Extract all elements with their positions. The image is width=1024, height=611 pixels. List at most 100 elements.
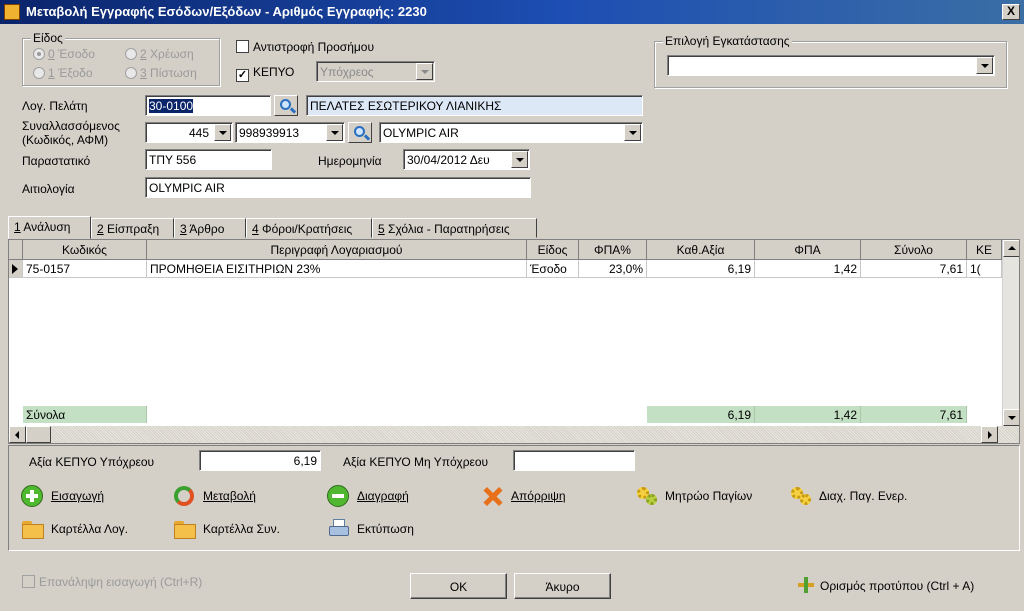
table-row[interactable]: 75-0157 ΠΡΟΜΗΘΕΙΑ ΕΙΣΙΤΗΡΙΩΝ 23% Έσοδο 2… (9, 260, 1002, 278)
customer-name-field: ΠΕΛΑΤΕΣ ΕΣΩΤΕΡΙΚΟΥ ΛΙΑΝΙΚΗΣ (306, 95, 643, 116)
radio-expense[interactable]: 1 Έξοδο (33, 66, 93, 80)
cell-vat-pct[interactable]: 23,0% (579, 260, 647, 278)
kepyo-obliged-input[interactable]: 6,19 (199, 450, 321, 471)
tab-article[interactable]: 3 Άρθρο (174, 218, 246, 238)
scroll-left-icon[interactable] (9, 426, 26, 443)
kepyo-select[interactable]: Υπόχρεος (316, 61, 435, 82)
scroll-down-icon[interactable] (1003, 409, 1019, 426)
search-icon (280, 99, 291, 110)
header-total[interactable]: Σύνολο (861, 240, 967, 260)
checkbox-icon (236, 40, 249, 53)
cell-net[interactable]: 6,19 (647, 260, 755, 278)
chevron-down-icon[interactable] (416, 63, 433, 80)
counterparty-name-select[interactable]: OLYMPIC AIR (379, 122, 643, 143)
reason-label: Αιτιολογία (22, 182, 75, 196)
kepyo-not-obliged-input[interactable] (513, 450, 635, 471)
account-card-button[interactable]: Καρτέλλα Λογ. (21, 518, 128, 540)
reject-button[interactable]: Απόρριψη (481, 485, 566, 507)
header-ke[interactable]: ΚΕ (967, 240, 1002, 260)
insert-button[interactable]: Εισαγωγή (21, 485, 104, 507)
scroll-thumb[interactable] (26, 426, 51, 443)
totals-net: 6,19 (647, 406, 755, 423)
totals-row: Σύνολα 6,19 1,42 7,61 (9, 406, 1002, 424)
document-input[interactable]: ΤΠΥ 556 (145, 149, 272, 170)
counterparty-sublabel: (Κωδικός, ΑΦΜ) (22, 133, 109, 147)
installation-select[interactable] (667, 55, 995, 76)
window-title: Μεταβολή Εγγραφής Εσόδων/Εξόδων - Αριθμό… (26, 4, 427, 19)
header-net[interactable]: Καθ.Αξία (647, 240, 755, 260)
totals-vat: 1,42 (755, 406, 861, 423)
cell-total[interactable]: 7,61 (861, 260, 967, 278)
chevron-down-icon[interactable] (214, 124, 231, 141)
ok-button[interactable]: OK (410, 573, 507, 599)
row-indicator-icon (9, 260, 23, 278)
customer-code-input[interactable]: 30-0100 (145, 95, 271, 116)
header-type[interactable]: Είδος (527, 240, 579, 260)
customer-search-button[interactable] (274, 95, 298, 116)
grid-header: Κωδικός Περιγραφή Λογαριασμού Είδος ΦΠΑ%… (9, 240, 1002, 260)
kepyo-obliged-label: Αξία ΚΕΠΥΟ Υπόχρεου (29, 455, 155, 469)
close-button[interactable]: X (1002, 4, 1020, 20)
counterparty-code-select[interactable]: 445 (145, 122, 233, 143)
checkbox-checked-icon: ✓ (236, 69, 249, 82)
kepyo-checkbox[interactable]: ✓ ΚΕΠΥΟ (236, 65, 294, 82)
chevron-down-icon[interactable] (326, 124, 343, 141)
cell-code[interactable]: 75-0157 (23, 260, 147, 278)
cell-description[interactable]: ΠΡΟΜΗΘΕΙΑ ΕΙΣΙΤΗΡΙΩΝ 23% (147, 260, 527, 278)
minus-icon (327, 485, 351, 507)
checkbox-icon (22, 575, 35, 588)
x-icon (481, 485, 505, 507)
customer-label: Λογ. Πελάτη (22, 99, 88, 113)
folder-icon (173, 518, 197, 540)
manage-assets-button[interactable]: Διαχ. Παγ. Ενερ. (789, 485, 907, 507)
analysis-grid[interactable]: Κωδικός Περιγραφή Λογαριασμού Είδος ΦΠΑ%… (8, 239, 1020, 444)
date-label: Ημερομηνία (318, 154, 382, 168)
horizontal-scrollbar[interactable] (9, 426, 1019, 443)
eidos-legend: Είδος (31, 31, 65, 45)
radio-icon (33, 67, 45, 79)
counterparty-search-button[interactable] (348, 122, 372, 143)
tab-receipt[interactable]: 2 Είσπραξη (91, 218, 174, 238)
radio-icon (125, 67, 137, 79)
cell-type[interactable]: Έσοδο (527, 260, 579, 278)
counterparty-card-button[interactable]: Καρτέλλα Συν. (173, 518, 280, 540)
chevron-down-icon[interactable] (511, 151, 528, 168)
chevron-down-icon[interactable] (624, 124, 641, 141)
scroll-right-icon[interactable] (981, 426, 998, 443)
assets-register-button[interactable]: Μητρώο Παγίων (635, 485, 752, 507)
vertical-scrollbar[interactable] (1002, 240, 1019, 426)
cell-ke[interactable]: 1( (967, 260, 1002, 278)
actions-panel: Αξία ΚΕΠΥΟ Υπόχρεου 6,19 Αξία ΚΕΠΥΟ Μη Υ… (8, 445, 1020, 551)
cell-vat[interactable]: 1,42 (755, 260, 861, 278)
installation-legend: Επιλογή Εγκατάστασης (663, 34, 792, 48)
chevron-down-icon[interactable] (976, 57, 993, 74)
date-picker[interactable]: 30/04/2012 Δευ (403, 149, 530, 170)
delete-button[interactable]: Διαγραφή (327, 485, 409, 507)
header-description[interactable]: Περιγραφή Λογαριασμού (147, 240, 527, 260)
folder-icon (21, 518, 45, 540)
cancel-button[interactable]: Άκυρο (514, 573, 611, 599)
radio-income[interactable]: 0 Έσοδο (33, 47, 95, 61)
header-vat-pct[interactable]: ΦΠΑ% (579, 240, 647, 260)
counterparty-afm-select[interactable]: 998939913 (235, 122, 345, 143)
document-label: Παραστατικό (22, 154, 91, 168)
tab-comments[interactable]: 5 Σχόλια - Παρατηρήσεις (372, 218, 537, 238)
header-vat[interactable]: ΦΠΑ (755, 240, 861, 260)
tab-taxes[interactable]: 4 Φόροι/Κρατήσεις (246, 218, 372, 238)
define-template-button[interactable]: Ορισμός προτύπου (Ctrl + A) (796, 575, 974, 597)
header-code[interactable]: Κωδικός (23, 240, 147, 260)
kepyo-not-obliged-label: Αξία ΚΕΠΥΟ Μη Υπόχρεου (343, 455, 489, 469)
print-button[interactable]: Εκτύπωση (327, 518, 414, 540)
installation-group: Επιλογή Εγκατάστασης (654, 34, 1007, 88)
reason-input[interactable]: OLYMPIC AIR (145, 177, 531, 198)
radio-credit[interactable]: 3 Πίστωση (125, 66, 197, 80)
tab-analysis[interactable]: 1 Ανάλυση (8, 216, 91, 239)
modify-button[interactable]: Μεταβολή (173, 485, 256, 507)
gears-icon (789, 485, 813, 507)
totals-label: Σύνολα (23, 406, 147, 423)
reverse-sign-checkbox[interactable]: Αντιστροφή Προσήμου (236, 40, 374, 54)
printer-icon (327, 518, 351, 540)
radio-debit[interactable]: 2 Χρέωση (125, 47, 194, 61)
repeat-insert-checkbox[interactable]: Επανάληψη εισαγωγή (Ctrl+R) (22, 575, 202, 589)
scroll-up-icon[interactable] (1003, 240, 1019, 257)
